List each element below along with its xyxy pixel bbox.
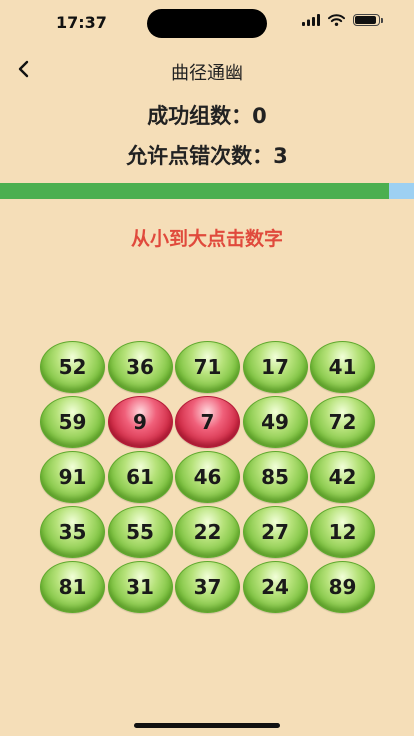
status-icons	[302, 14, 383, 26]
allowed-errors-count: 允许点错次数：3	[126, 144, 288, 168]
status-bar: 17:37	[0, 0, 414, 44]
number-ball[interactable]: 36	[107, 341, 173, 393]
number-ball[interactable]: 12	[310, 506, 375, 558]
number-ball[interactable]: 37	[175, 561, 240, 613]
number-ball[interactable]: 41	[310, 341, 375, 393]
number-ball[interactable]: 22	[175, 506, 240, 558]
home-indicator	[134, 723, 280, 728]
number-ball[interactable]: 31	[107, 561, 173, 613]
status-time: 17:37	[56, 13, 107, 32]
dynamic-island	[147, 9, 267, 38]
wifi-icon	[328, 14, 345, 26]
number-ball[interactable]: 7	[175, 396, 240, 448]
number-ball[interactable]: 81	[40, 561, 105, 613]
nav-bar: 曲径通幽	[0, 50, 414, 90]
number-ball[interactable]: 55	[107, 506, 173, 558]
battery-icon	[353, 14, 383, 26]
number-ball[interactable]: 89	[310, 561, 375, 613]
number-ball[interactable]: 85	[242, 451, 308, 503]
number-ball[interactable]: 59	[40, 396, 105, 448]
signal-icon	[302, 14, 320, 26]
instruction-text: 从小到大点击数字	[130, 228, 283, 250]
number-ball[interactable]: 61	[107, 451, 173, 503]
progress-bar	[0, 183, 414, 199]
battery-cap	[381, 18, 383, 23]
progress-fill	[0, 183, 390, 199]
number-ball[interactable]: 42	[310, 451, 375, 503]
page-title: 曲径通幽	[171, 63, 243, 84]
number-ball[interactable]: 35	[40, 506, 105, 558]
success-groups-count: 成功组数：0	[147, 104, 267, 128]
number-ball[interactable]: 24	[242, 561, 308, 613]
number-ball[interactable]: 46	[175, 451, 240, 503]
number-ball[interactable]: 49	[242, 396, 308, 448]
battery-level	[355, 16, 376, 24]
number-ball[interactable]: 91	[40, 451, 105, 503]
number-ball[interactable]: 9	[107, 396, 173, 448]
number-grid: 52 36 71 17 41 59 9 7 49 72 91 61 46 85 42 35 55 22 27 12 81…	[40, 341, 376, 613]
number-ball[interactable]: 72	[310, 396, 375, 448]
number-ball[interactable]: 17	[242, 341, 308, 393]
number-ball[interactable]: 71	[175, 341, 240, 393]
number-ball[interactable]: 52	[40, 341, 105, 393]
number-ball[interactable]: 27	[242, 506, 308, 558]
